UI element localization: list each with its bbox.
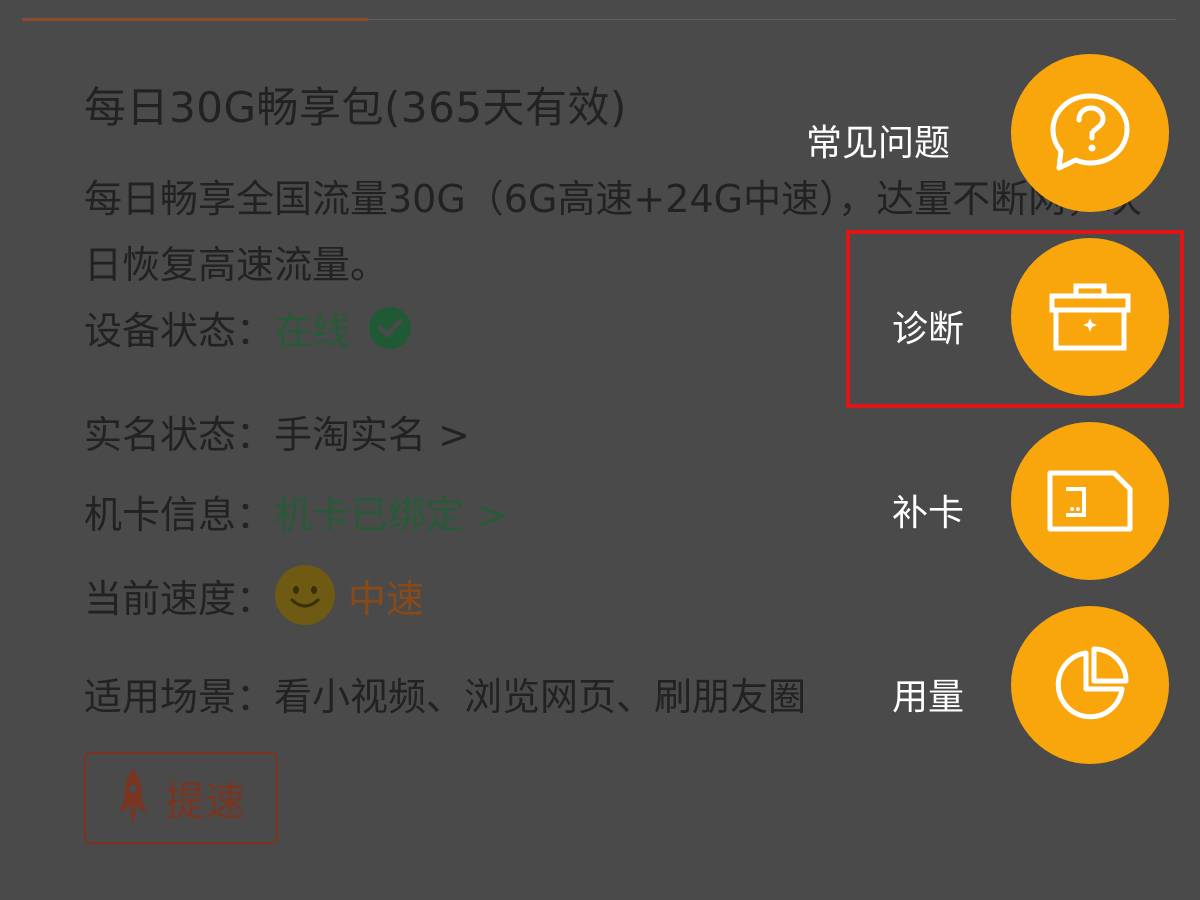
card-binding-label: 机卡信息： [84,493,275,537]
current-speed-value: 中速 [348,576,425,621]
card-binding-row[interactable]: 机卡信息： 机卡已绑定 > [84,484,508,539]
question-bubble-icon [1050,93,1130,171]
tab-divider [368,19,1176,20]
pie-chart-icon [1055,646,1129,720]
usage-scenario-label: 适用场景： [84,675,275,719]
current-speed-row: 当前速度： 中速 [84,564,424,626]
fab-label-faq[interactable]: 常见问题 [806,114,950,166]
realname-status-value[interactable]: 手淘实名 > [274,404,470,459]
fab-label-replace-card[interactable]: 补卡 [892,484,964,536]
realname-status-label: 实名状态： [84,413,275,457]
usage-scenario-value: 看小视频、浏览网页、刷朋友圈 [274,675,807,719]
faq-button[interactable] [1011,54,1169,212]
diagnose-highlight-box [846,230,1184,408]
sim-card-icon [1047,470,1133,532]
speedup-label: 提速 [165,779,245,825]
current-speed-label: 当前速度： [84,576,275,621]
replace-card-button[interactable] [1011,422,1169,580]
card-binding-value[interactable]: 机卡已绑定 > [274,484,508,539]
smiley-icon [274,564,336,626]
usage-button[interactable] [1011,606,1169,764]
rocket-icon [117,767,149,829]
usage-scenario-row: 适用场景： 看小视频、浏览网页、刷朋友圈 [84,666,806,721]
active-tab-indicator [22,18,368,21]
realname-status-row[interactable]: 实名状态： 手淘实名 > [84,404,470,459]
package-title: 每日30G畅享包(365天有效) [84,83,627,132]
device-status-row: 设备状态： 在线 [84,300,412,355]
check-circle-icon [368,306,412,350]
speedup-button[interactable]: 提速 [84,752,278,844]
fab-label-usage[interactable]: 用量 [892,668,964,720]
device-status-label: 设备状态： [84,309,275,353]
device-status-value: 在线 [274,309,351,353]
